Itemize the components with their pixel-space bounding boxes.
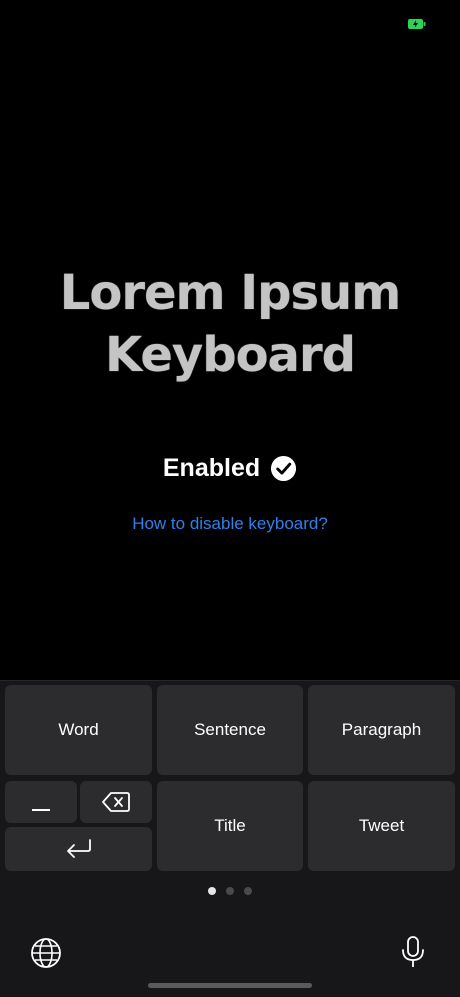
keyboard: Word Sentence Paragraph Title Tweet xyxy=(0,680,460,997)
return-icon xyxy=(66,839,91,858)
sentence-key[interactable]: Sentence xyxy=(157,685,303,775)
battery-charging-icon xyxy=(408,19,426,29)
hero-title-line1: Lorem Ipsum xyxy=(59,265,402,321)
underscore-icon xyxy=(32,809,50,811)
title-key-label: Title xyxy=(214,816,246,835)
tweet-key-label: Tweet xyxy=(358,816,405,835)
delete-key[interactable] xyxy=(80,781,152,823)
page-dot-3[interactable] xyxy=(244,887,252,895)
sentence-key-label: Sentence xyxy=(194,720,266,739)
home-indicator[interactable] xyxy=(148,983,312,988)
hero-title-line2: Keyboard xyxy=(105,327,356,383)
page-dot-1[interactable] xyxy=(208,887,216,895)
checkmark-circle-icon xyxy=(271,455,297,482)
hero-title: Lorem Ipsum Keyboard xyxy=(0,262,460,386)
page-dot-2[interactable] xyxy=(226,887,234,895)
word-key-label: Word xyxy=(58,720,99,739)
underscore-key[interactable] xyxy=(5,781,77,823)
paragraph-key[interactable]: Paragraph xyxy=(308,685,455,775)
enabled-label: Enabled xyxy=(162,454,261,482)
enabled-status: Enabled xyxy=(0,454,460,483)
status-bar xyxy=(0,0,460,44)
delete-icon xyxy=(102,792,130,812)
microphone-icon[interactable] xyxy=(400,935,426,969)
how-to-disable-link[interactable]: How to disable keyboard? xyxy=(0,514,460,534)
page-indicator[interactable] xyxy=(0,887,460,895)
globe-icon[interactable] xyxy=(30,937,62,969)
word-key[interactable]: Word xyxy=(5,685,152,775)
return-key[interactable] xyxy=(5,827,152,871)
tweet-key[interactable]: Tweet xyxy=(308,781,455,871)
paragraph-key-label: Paragraph xyxy=(341,720,422,739)
title-key[interactable]: Title xyxy=(157,781,303,871)
